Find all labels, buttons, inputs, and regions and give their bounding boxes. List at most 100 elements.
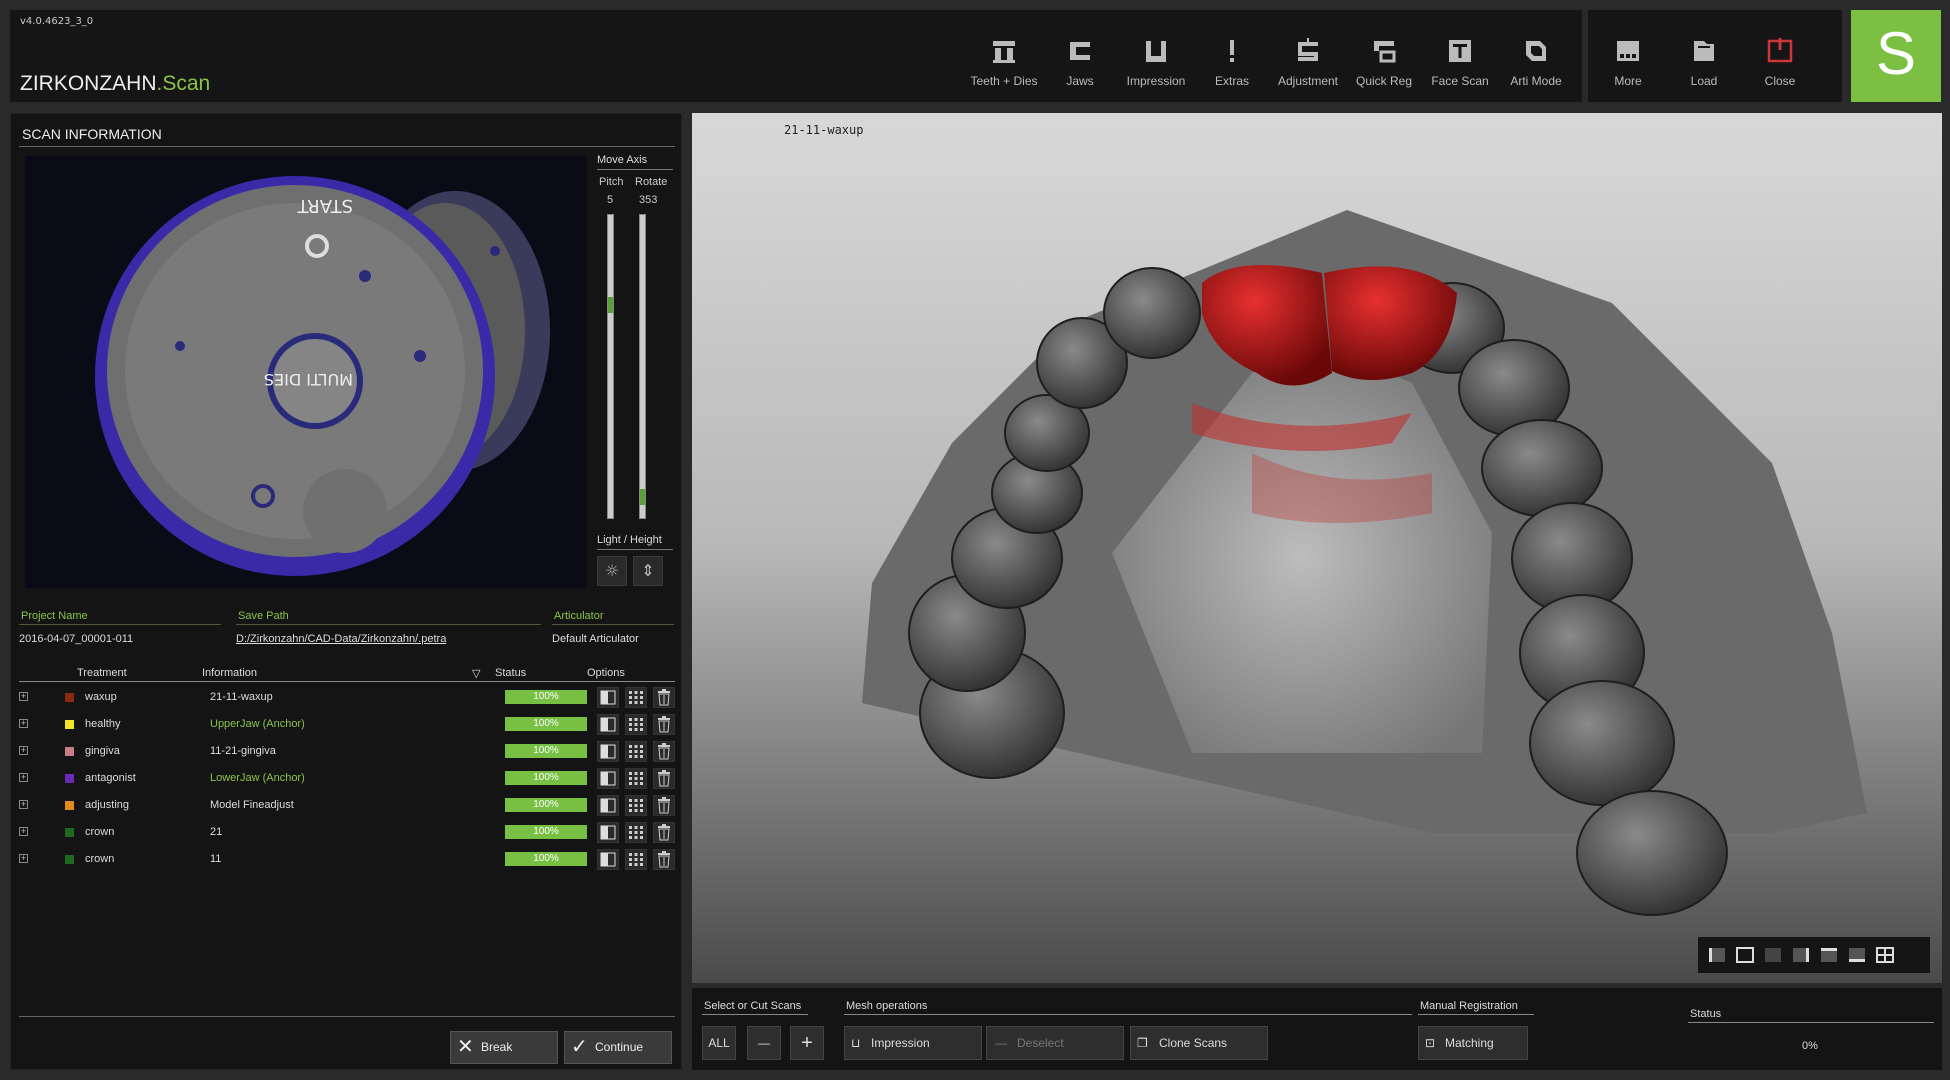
visibility-toggle-icon[interactable] xyxy=(597,795,619,816)
mesh-grid-icon[interactable] xyxy=(625,795,647,816)
quick-reg-button[interactable]: Quick Reg xyxy=(1346,28,1422,98)
version-label: v4.0.4623_3_0 xyxy=(20,16,94,27)
view-left-icon[interactable] xyxy=(1708,947,1726,963)
expand-icon[interactable]: + xyxy=(19,692,28,701)
jaws-button[interactable]: Jaws xyxy=(1042,28,1118,98)
height-icon: ⇕ xyxy=(641,561,655,580)
x-icon: ✕ xyxy=(457,1036,474,1058)
table-row[interactable]: + gingiva 11-21-gingiva 100% xyxy=(19,739,675,766)
break-button[interactable]: ✕ Break xyxy=(450,1031,558,1064)
view-top-icon[interactable] xyxy=(1820,947,1838,963)
view-back-icon[interactable] xyxy=(1764,947,1782,963)
trash-icon[interactable] xyxy=(653,768,675,789)
view-front-icon[interactable] xyxy=(1736,947,1754,963)
jaws-label: Jaws xyxy=(1066,74,1094,88)
adjustment-label: Adjustment xyxy=(1277,74,1339,88)
trash-icon[interactable] xyxy=(653,822,675,843)
col-options: Options xyxy=(587,667,625,679)
expand-icon[interactable]: + xyxy=(19,773,28,782)
light-height-title: Light / Height xyxy=(597,534,662,546)
table-row[interactable]: + waxup 21-11-waxup 100% xyxy=(19,685,675,712)
table-row[interactable]: + healthy UpperJaw (Anchor) 100% xyxy=(19,712,675,739)
expand-icon[interactable]: + xyxy=(19,800,28,809)
save-path-link[interactable]: D:/Zirkonzahn/CAD-Data/Zirkonzahn/.petra xyxy=(236,633,446,645)
divider xyxy=(702,1014,808,1015)
extras-button[interactable]: Extras xyxy=(1194,28,1270,98)
view-all-icon[interactable] xyxy=(1876,947,1894,963)
visibility-toggle-icon[interactable] xyxy=(597,768,619,789)
rotate-slider[interactable] xyxy=(639,214,646,519)
visibility-toggle-icon[interactable] xyxy=(597,849,619,870)
mesh-grid-icon[interactable] xyxy=(625,741,647,762)
view-right-icon[interactable] xyxy=(1792,947,1810,963)
select-all-button[interactable]: ALL xyxy=(702,1026,736,1060)
trash-icon[interactable] xyxy=(653,687,675,708)
arti-mode-button[interactable]: Arti Mode xyxy=(1498,28,1574,98)
minus-button[interactable]: — xyxy=(747,1026,781,1060)
pitch-slider[interactable] xyxy=(607,214,614,519)
trash-icon[interactable] xyxy=(653,795,675,816)
table-row[interactable]: + crown 21 100% xyxy=(19,820,675,847)
matching-button[interactable]: ⊡ Matching xyxy=(1418,1026,1528,1060)
adjustment-button[interactable]: Adjustment xyxy=(1270,28,1346,98)
view-bottom-icon[interactable] xyxy=(1848,947,1866,963)
trash-icon[interactable] xyxy=(653,849,675,870)
teeth-dies-button[interactable]: Teeth + Dies xyxy=(966,28,1042,98)
clone-scans-button[interactable]: ❐ Clone Scans xyxy=(1130,1026,1268,1060)
table-row[interactable]: + antagonist LowerJaw (Anchor) 100% xyxy=(19,766,675,793)
mesh-grid-icon[interactable] xyxy=(625,687,647,708)
expand-icon[interactable]: + xyxy=(19,719,28,728)
divider xyxy=(597,549,673,550)
select-cut-title: Select or Cut Scans xyxy=(704,1000,802,1012)
clone-icon: ❐ xyxy=(1137,1036,1148,1050)
load-button[interactable]: Load xyxy=(1666,28,1742,98)
more-button[interactable]: More xyxy=(1590,28,1666,98)
close-label: Close xyxy=(1764,74,1796,88)
visibility-toggle-icon[interactable] xyxy=(597,822,619,843)
visibility-toggle-icon[interactable] xyxy=(597,714,619,735)
deselect-button[interactable]: — Deselect xyxy=(986,1026,1124,1060)
mesh-grid-icon[interactable] xyxy=(625,768,647,789)
mesh-grid-icon[interactable] xyxy=(625,714,647,735)
pitch-slider-handle[interactable] xyxy=(608,297,613,313)
impression-button[interactable]: Impression xyxy=(1118,28,1194,98)
face-scan-button[interactable]: Face Scan xyxy=(1422,28,1498,98)
mesh-grid-icon[interactable] xyxy=(625,849,647,870)
expand-icon[interactable]: + xyxy=(19,854,28,863)
treatment-info: 21-11-waxup xyxy=(210,691,273,703)
move-axis-title: Move Axis xyxy=(597,154,648,166)
adjustment-icon xyxy=(1293,36,1323,66)
treatment-info: 11 xyxy=(210,853,222,865)
3d-viewport[interactable]: 21-11-waxup xyxy=(692,113,1942,983)
rotate-slider-handle[interactable] xyxy=(640,489,645,505)
visibility-toggle-icon[interactable] xyxy=(597,687,619,708)
brand-main: ZIRKONZAHN xyxy=(20,72,157,95)
continue-button[interactable]: ✓ Continue xyxy=(564,1031,672,1064)
impression-op-button[interactable]: ⊔ Impression xyxy=(844,1026,982,1060)
expand-icon[interactable]: + xyxy=(19,827,28,836)
light-button[interactable]: ☼ xyxy=(597,556,627,586)
table-row[interactable]: + adjusting Model Fineadjust 100% xyxy=(19,793,675,820)
mesh-grid-icon[interactable] xyxy=(625,822,647,843)
treatment-name: antagonist xyxy=(85,772,136,784)
power-icon xyxy=(1765,36,1795,66)
bottom-toolbar: Select or Cut Scans ALL — + Mesh operati… xyxy=(692,988,1942,1070)
status-bar: 100% xyxy=(505,690,587,704)
expand-icon[interactable]: + xyxy=(19,746,28,755)
panel-title: SCAN INFORMATION xyxy=(22,126,162,142)
deselect-icon: — xyxy=(995,1036,1007,1050)
plus-button[interactable]: + xyxy=(790,1026,824,1060)
height-button[interactable]: ⇕ xyxy=(633,556,663,586)
visibility-toggle-icon[interactable] xyxy=(597,741,619,762)
trash-icon[interactable] xyxy=(653,714,675,735)
table-row[interactable]: + crown 11 100% xyxy=(19,847,675,874)
treatment-color-swatch xyxy=(65,801,74,810)
divider xyxy=(19,681,675,682)
arti-mode-label: Arti Mode xyxy=(1510,74,1562,88)
status-value: 0% xyxy=(1802,1040,1818,1052)
filter-icon[interactable]: ▽ xyxy=(472,667,480,680)
trash-icon[interactable] xyxy=(653,741,675,762)
quick-reg-icon xyxy=(1369,36,1399,66)
close-button[interactable]: Close xyxy=(1742,28,1818,98)
treatment-info: UpperJaw (Anchor) xyxy=(210,718,305,730)
